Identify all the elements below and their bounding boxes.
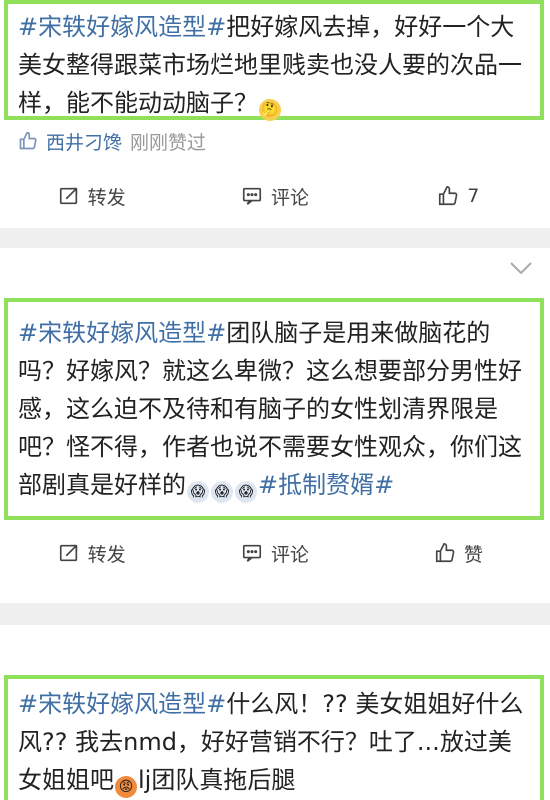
liker-name[interactable]: 西井刁馋: [46, 128, 122, 155]
thumbs-up-small-icon: [19, 131, 37, 150]
comment-label-2: 评论: [270, 543, 309, 566]
action-bar-1: 转发 评论 7: [0, 176, 550, 216]
like-button-1[interactable]: 7: [367, 185, 550, 207]
divider-1: [0, 228, 550, 248]
share-button-1[interactable]: 转发: [0, 183, 183, 210]
comment-icon: [242, 187, 262, 205]
thinking-emoji-icon: 🤔: [259, 99, 281, 121]
comment-button-2[interactable]: 评论: [183, 540, 366, 567]
post-text-2: #宋轶好嫁风造型#团队脑子是用来做脑花的吗？好嫁风？就这么卑微？这么想要部分男性…: [18, 314, 530, 504]
post-text-3: #宋轶好嫁风造型#什么风！?? 美女姐姐好什么风?? 我去nmd，好好营销不行？…: [18, 685, 530, 799]
comment-icon: [242, 544, 262, 562]
thumbs-up-icon: [435, 543, 455, 563]
share-button-2[interactable]: 转发: [0, 540, 183, 567]
hashtag-2[interactable]: #宋轶好嫁风造型#: [18, 319, 226, 347]
hashtag-3[interactable]: #宋轶好嫁风造型#: [18, 690, 226, 718]
angry-emoji-icon: 😡: [115, 776, 137, 798]
post-content-3[interactable]: #宋轶好嫁风造型#什么风！?? 美女姐姐好什么风?? 我去nmd，好好营销不行？…: [4, 675, 544, 800]
liker-status: 刚刚赞过: [130, 131, 207, 154]
share-label-2: 转发: [87, 543, 126, 566]
liker-row: 西井刁馋 刚刚赞过: [18, 126, 206, 156]
comment-button-1[interactable]: 评论: [183, 183, 366, 210]
post-card-1: #宋轶好嫁风造型#把好嫁风去掉，好好一个大美女整得跟菜市场烂地里贱卖也没人要的次…: [0, 0, 550, 228]
post-card-2: #宋轶好嫁风造型#团队脑子是用来做脑花的吗？好嫁风？就这么卑微？这么想要部分男性…: [0, 248, 550, 603]
post-body-3b: lj团队真拖后腿: [138, 766, 296, 794]
post-card-3: #宋轶好嫁风造型#什么风！?? 美女姐姐好什么风?? 我去nmd，好好营销不行？…: [0, 625, 550, 800]
divider-2: [0, 603, 550, 625]
hashtag-1[interactable]: #宋轶好嫁风造型#: [18, 13, 226, 41]
share-icon: [59, 544, 77, 562]
post-content-2[interactable]: #宋轶好嫁风造型#团队脑子是用来做脑花的吗？好嫁风？就这么卑微？这么想要部分男性…: [4, 298, 544, 520]
scream-emoji-icon: 😱: [211, 481, 233, 503]
like-count-1: 7: [467, 185, 480, 207]
like-button-2[interactable]: 赞: [367, 540, 550, 567]
post-content-1[interactable]: #宋轶好嫁风造型#把好嫁风去掉，好好一个大美女整得跟菜市场烂地里贱卖也没人要的次…: [4, 0, 544, 122]
scream-emoji-icon: 😱: [187, 481, 209, 503]
comment-label-1: 评论: [270, 186, 309, 209]
post-text-1: #宋轶好嫁风造型#把好嫁风去掉，好好一个大美女整得跟菜市场烂地里贱卖也没人要的次…: [18, 8, 530, 122]
share-icon: [59, 187, 77, 205]
thumbs-up-icon: [439, 186, 458, 206]
share-label-1: 转发: [87, 186, 126, 209]
like-label-2: 赞: [463, 543, 483, 566]
action-bar-2: 转发 评论 赞: [0, 533, 550, 573]
scream-emoji-icon: 😱: [235, 481, 257, 503]
chevron-down-icon[interactable]: [508, 260, 534, 276]
hashtag-end-2[interactable]: #抵制赘婿#: [258, 471, 394, 499]
